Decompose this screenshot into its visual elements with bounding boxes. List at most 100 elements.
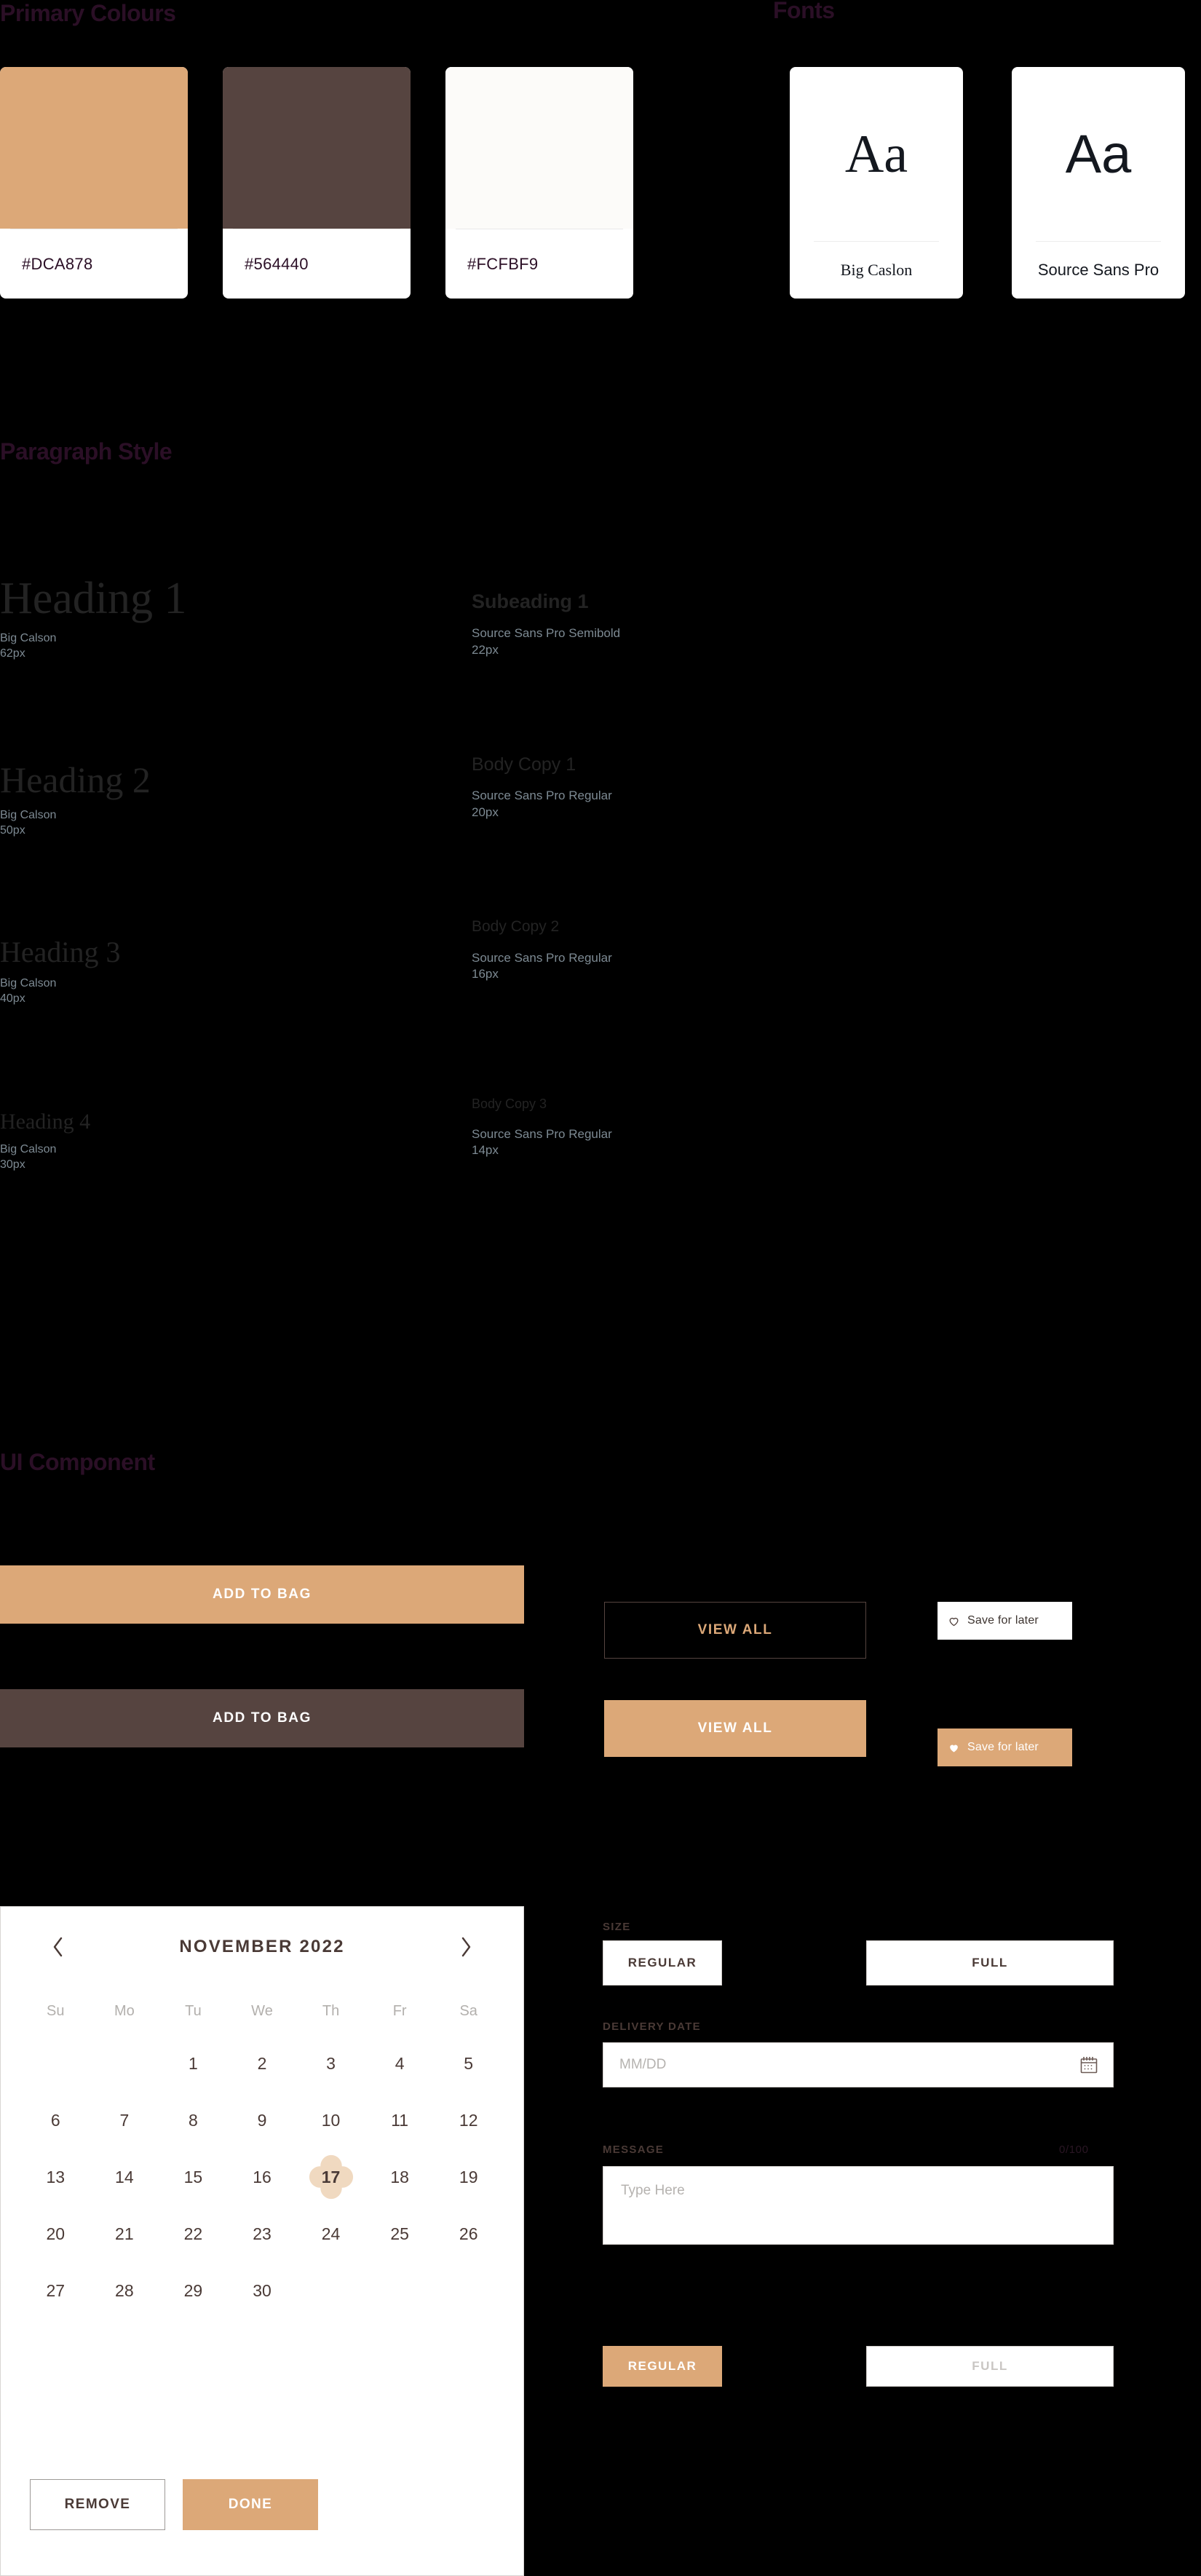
save-for-later-button-tan[interactable]: Save for later [938, 1728, 1072, 1766]
section-heading-fonts: Fonts [773, 0, 835, 23]
calendar-day-number: 18 [390, 2167, 409, 2186]
calendar-day-number: 12 [459, 2110, 478, 2130]
calendar-day[interactable]: 4 [365, 2035, 435, 2092]
calendar-day[interactable]: 27 [21, 2262, 90, 2319]
type-sample: Heading 1 [0, 574, 187, 623]
type-spec-heading-2: Heading 2 Big Calson 50px [0, 761, 151, 839]
calendar-prev-month-button[interactable] [46, 1935, 71, 1959]
calendar-remove-button[interactable]: REMOVE [30, 2479, 165, 2530]
calendar-day[interactable]: 12 [434, 2092, 503, 2149]
calendar-day-empty [90, 2035, 159, 2092]
message-placeholder: Type Here [621, 2183, 685, 2198]
type-family: Big Calson [0, 808, 57, 821]
colour-hex-label: #FCFBF9 [467, 254, 539, 273]
calendar-day[interactable]: 21 [90, 2205, 159, 2262]
calendar-day[interactable]: 15 [159, 2149, 228, 2205]
calendar-day[interactable]: 3 [296, 2035, 365, 2092]
type-meta: Source Sans Pro Regular 20px [472, 789, 612, 820]
calendar-day-number: 21 [115, 2224, 134, 2243]
calendar-icon[interactable] [1079, 2055, 1098, 2074]
chevron-right-icon [461, 1937, 471, 1957]
view-all-button-outline[interactable]: VIEW ALL [604, 1602, 866, 1659]
type-meta: Big Calson 62px [0, 631, 187, 660]
calendar-day[interactable]: 9 [228, 2092, 297, 2149]
calendar-day[interactable]: 20 [21, 2205, 90, 2262]
delivery-date-input[interactable]: MM/DD [603, 2042, 1114, 2087]
calendar-day[interactable]: 29 [159, 2262, 228, 2319]
calendar-day[interactable]: 14 [90, 2149, 159, 2205]
type-family: Source Sans Pro Regular [472, 1126, 612, 1141]
calendar-day[interactable]: 2 [228, 2035, 297, 2092]
calendar-day[interactable]: 18 [365, 2149, 435, 2205]
calendar-day-number: 9 [257, 2110, 267, 2130]
calendar-day[interactable]: 1 [159, 2035, 228, 2092]
calendar-month-year-label: NOVEMBER 2022 [179, 1937, 345, 1956]
calendar-day-number: 17 [321, 2167, 341, 2186]
calendar-day-header: Mo [114, 2002, 135, 2019]
calendar-day[interactable]: 11 [365, 2092, 435, 2149]
type-size: 14px [472, 1143, 499, 1158]
calendar-day[interactable]: 8 [159, 2092, 228, 2149]
calendar-day-selected[interactable]: 17 [296, 2149, 365, 2205]
calendar-day[interactable]: 6 [21, 2092, 90, 2149]
calendar-day-header: We [251, 2002, 273, 2019]
font-card-big-caslon: Aa Big Caslon [790, 67, 963, 299]
calendar-day-number: 11 [391, 2110, 409, 2130]
view-all-button-solid[interactable]: VIEW ALL [604, 1700, 866, 1757]
calendar-day-number: 13 [46, 2167, 66, 2186]
type-size: 30px [0, 1158, 25, 1171]
message-textarea[interactable]: Type Here [603, 2166, 1114, 2245]
type-size: 22px [472, 642, 499, 657]
type-spec-heading-3: Heading 3 Big Calson 40px [0, 937, 121, 1007]
size-option-full-disabled[interactable]: FULL [866, 2346, 1114, 2387]
size-option-regular[interactable]: REGULAR [603, 1940, 722, 1986]
colour-swatch-fill [223, 67, 411, 229]
save-for-later-button-light[interactable]: Save for later [938, 1602, 1072, 1640]
calendar-day[interactable]: 16 [228, 2149, 297, 2205]
heart-filled-icon [950, 1745, 958, 1753]
calendar-done-button[interactable]: DONE [183, 2479, 318, 2530]
size-option-regular-selected[interactable]: REGULAR [603, 2346, 722, 2387]
calendar-day[interactable]: 25 [365, 2205, 435, 2262]
type-meta: Source Sans Pro Regular 16px [472, 951, 612, 982]
calendar-day[interactable]: 13 [21, 2149, 90, 2205]
delivery-date-placeholder: MM/DD [619, 2057, 667, 2072]
type-size: 50px [0, 823, 25, 837]
calendar-day[interactable]: 24 [296, 2205, 365, 2262]
calendar-day-number: 5 [464, 2053, 474, 2073]
calendar-next-month-button[interactable] [453, 1935, 478, 1959]
calendar-day-number: 7 [119, 2110, 130, 2130]
add-to-bag-button-dark[interactable]: ADD TO BAG [0, 1689, 524, 1747]
type-family: Big Calson [0, 977, 57, 989]
section-heading-paragraph-style: Paragraph Style [0, 438, 173, 465]
type-sample: Heading 4 [0, 1110, 91, 1134]
calendar-day-number: 14 [115, 2167, 134, 2186]
type-meta: Source Sans Pro Regular 14px [472, 1127, 612, 1158]
calendar-footer: REMOVE DONE [1, 2479, 523, 2575]
calendar-day[interactable]: 30 [228, 2262, 297, 2319]
calendar-day[interactable]: 5 [434, 2035, 503, 2092]
type-meta: Big Calson 50px [0, 808, 151, 837]
calendar-day[interactable]: 19 [434, 2149, 503, 2205]
size-option-full[interactable]: FULL [866, 1940, 1114, 1986]
type-meta: Big Calson 30px [0, 1142, 90, 1172]
calendar-day-number: 2 [257, 2053, 267, 2073]
calendar-day[interactable]: 7 [90, 2092, 159, 2149]
message-character-counter: 0/100 [1059, 2144, 1089, 2156]
font-card-source-sans-pro: Aa Source Sans Pro [1012, 67, 1185, 299]
calendar-day[interactable]: 26 [434, 2205, 503, 2262]
type-family: Source Sans Pro Regular [472, 951, 612, 965]
calendar-day[interactable]: 28 [90, 2262, 159, 2319]
calendar-day[interactable]: 10 [296, 2092, 365, 2149]
calendar-day-number: 4 [395, 2053, 405, 2073]
calendar-day-number: 29 [183, 2280, 203, 2300]
calendar-day[interactable]: 23 [228, 2205, 297, 2262]
calendar-day-empty [21, 2035, 90, 2092]
style-guide-page: Primary Colours #DCA878 #564440 #FCFBF9 … [0, 0, 1201, 2576]
calendar-day-number: 20 [46, 2224, 66, 2243]
add-to-bag-button-primary[interactable]: ADD TO BAG [0, 1565, 524, 1624]
type-size: 16px [472, 967, 499, 981]
calendar-day-number: 1 [189, 2053, 198, 2073]
colour-hex-label: #564440 [245, 254, 309, 273]
calendar-day[interactable]: 22 [159, 2205, 228, 2262]
